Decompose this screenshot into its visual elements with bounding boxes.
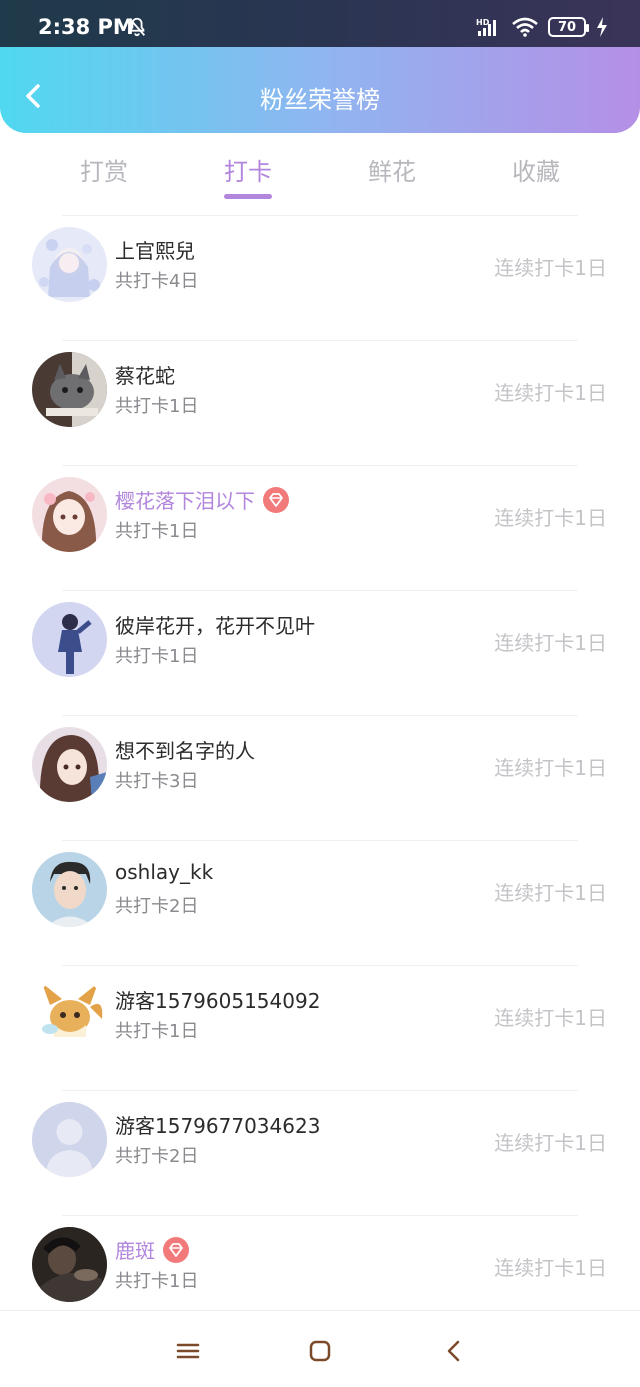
- streak-label: 连续打卡1日: [494, 1256, 607, 1280]
- divider: [62, 715, 578, 716]
- user-name[interactable]: 上官熙兒: [115, 235, 195, 264]
- avatar[interactable]: [32, 602, 107, 677]
- streak-label: 连续打卡1日: [494, 506, 607, 530]
- user-name[interactable]: oshlay_kk: [115, 860, 213, 884]
- streak-label: 连续打卡1日: [494, 1006, 607, 1030]
- streak-label: 连续打卡1日: [494, 631, 607, 655]
- status-bar: 2:38 PM HD 70: [0, 0, 640, 47]
- total-checkins: 共打卡2日: [115, 896, 199, 917]
- avatar[interactable]: [32, 727, 107, 802]
- user-name[interactable]: 游客1579677034623: [115, 1110, 320, 1139]
- charging-icon: [597, 17, 607, 37]
- avatar[interactable]: [32, 352, 107, 427]
- active-tab-indicator: [224, 194, 272, 199]
- home-icon[interactable]: [306, 1337, 334, 1365]
- user-name[interactable]: 彼岸花开，花开不见叶: [115, 610, 315, 639]
- total-checkins: 共打卡1日: [115, 521, 199, 542]
- signal-icon: HD: [476, 18, 496, 36]
- list-item[interactable]: oshlay_kk 共打卡2日 连续打卡1日: [0, 840, 640, 965]
- app-header: 2:38 PM HD 70 粉丝荣誉榜: [0, 0, 640, 133]
- streak-label: 连续打卡1日: [494, 881, 607, 905]
- tab-reward[interactable]: 打赏: [54, 152, 154, 187]
- avatar[interactable]: [32, 227, 107, 302]
- page-title: 粉丝荣誉榜: [260, 86, 380, 114]
- avatar[interactable]: [32, 1227, 107, 1302]
- list-item[interactable]: 蔡花蛇 共打卡1日 连续打卡1日: [0, 340, 640, 465]
- back-icon[interactable]: [440, 1337, 468, 1365]
- divider: [62, 465, 578, 466]
- divider: [62, 840, 578, 841]
- user-name[interactable]: 鹿斑: [115, 1235, 189, 1264]
- battery-icon: 70: [548, 17, 589, 37]
- list-item[interactable]: 樱花落下泪以下 共打卡1日 连续打卡1日: [0, 465, 640, 590]
- list-item[interactable]: 彼岸花开，花开不见叶 共打卡1日 连续打卡1日: [0, 590, 640, 715]
- user-name-text: 蔡花蛇: [115, 364, 175, 388]
- list-item[interactable]: 游客1579605154092 共打卡1日 连续打卡1日: [0, 965, 640, 1090]
- wifi-icon: [512, 17, 538, 37]
- vip-diamond-icon: [263, 486, 289, 513]
- divider: [62, 215, 578, 216]
- tab-favorites[interactable]: 收藏: [486, 152, 586, 187]
- user-name-text: 彼岸花开，花开不见叶: [115, 614, 315, 638]
- total-checkins: 共打卡4日: [115, 271, 199, 292]
- user-name[interactable]: 蔡花蛇: [115, 360, 175, 389]
- tab-checkin[interactable]: 打卡: [198, 152, 298, 187]
- user-name[interactable]: 游客1579605154092: [115, 985, 320, 1014]
- user-name-text: 樱花落下泪以下: [115, 489, 255, 513]
- avatar[interactable]: [32, 977, 107, 1052]
- battery-level: 70: [557, 19, 577, 35]
- streak-label: 连续打卡1日: [494, 256, 607, 280]
- fan-list: 上官熙兒 共打卡4日 连续打卡1日 蔡花蛇 共打卡1日 连续打卡1日 樱花落下泪…: [0, 215, 640, 1340]
- user-name-text: 上官熙兒: [115, 239, 195, 263]
- streak-label: 连续打卡1日: [494, 381, 607, 405]
- system-nav-bar: [0, 1310, 640, 1387]
- total-checkins: 共打卡1日: [115, 646, 199, 667]
- user-name-text: oshlay_kk: [115, 860, 214, 884]
- tab-bar: 打赏 打卡 鲜花 收藏: [0, 140, 640, 210]
- total-checkins: 共打卡1日: [115, 396, 199, 417]
- svg-text:HD: HD: [476, 18, 490, 27]
- avatar[interactable]: [32, 852, 107, 927]
- streak-label: 连续打卡1日: [494, 1131, 607, 1155]
- user-name-text: 鹿斑: [115, 1239, 155, 1263]
- tab-flowers[interactable]: 鲜花: [342, 152, 442, 187]
- status-indicators: HD 70: [476, 14, 608, 40]
- total-checkins: 共打卡2日: [115, 1146, 199, 1167]
- user-name-text: 游客1579605154092: [115, 989, 321, 1013]
- total-checkins: 共打卡1日: [115, 1271, 199, 1292]
- list-item[interactable]: 游客1579677034623 共打卡2日 连续打卡1日: [0, 1090, 640, 1215]
- menu-icon[interactable]: [174, 1337, 202, 1365]
- status-time: 2:38 PM: [38, 15, 134, 39]
- mute-icon: [128, 17, 146, 37]
- list-item[interactable]: 想不到名字的人 共打卡3日 连续打卡1日: [0, 715, 640, 840]
- total-checkins: 共打卡1日: [115, 1021, 199, 1042]
- list-item[interactable]: 上官熙兒 共打卡4日 连续打卡1日: [0, 215, 640, 340]
- vip-diamond-icon: [163, 1236, 189, 1263]
- avatar[interactable]: [32, 477, 107, 552]
- divider: [62, 590, 578, 591]
- total-checkins: 共打卡3日: [115, 771, 199, 792]
- streak-label: 连续打卡1日: [494, 756, 607, 780]
- user-name[interactable]: 樱花落下泪以下: [115, 485, 289, 514]
- divider: [62, 1215, 578, 1216]
- user-name-text: 游客1579677034623: [115, 1114, 321, 1138]
- divider: [62, 965, 578, 966]
- divider: [62, 340, 578, 341]
- user-name-text: 想不到名字的人: [115, 739, 255, 763]
- user-name[interactable]: 想不到名字的人: [115, 735, 255, 764]
- avatar[interactable]: [32, 1102, 107, 1177]
- divider: [62, 1090, 578, 1091]
